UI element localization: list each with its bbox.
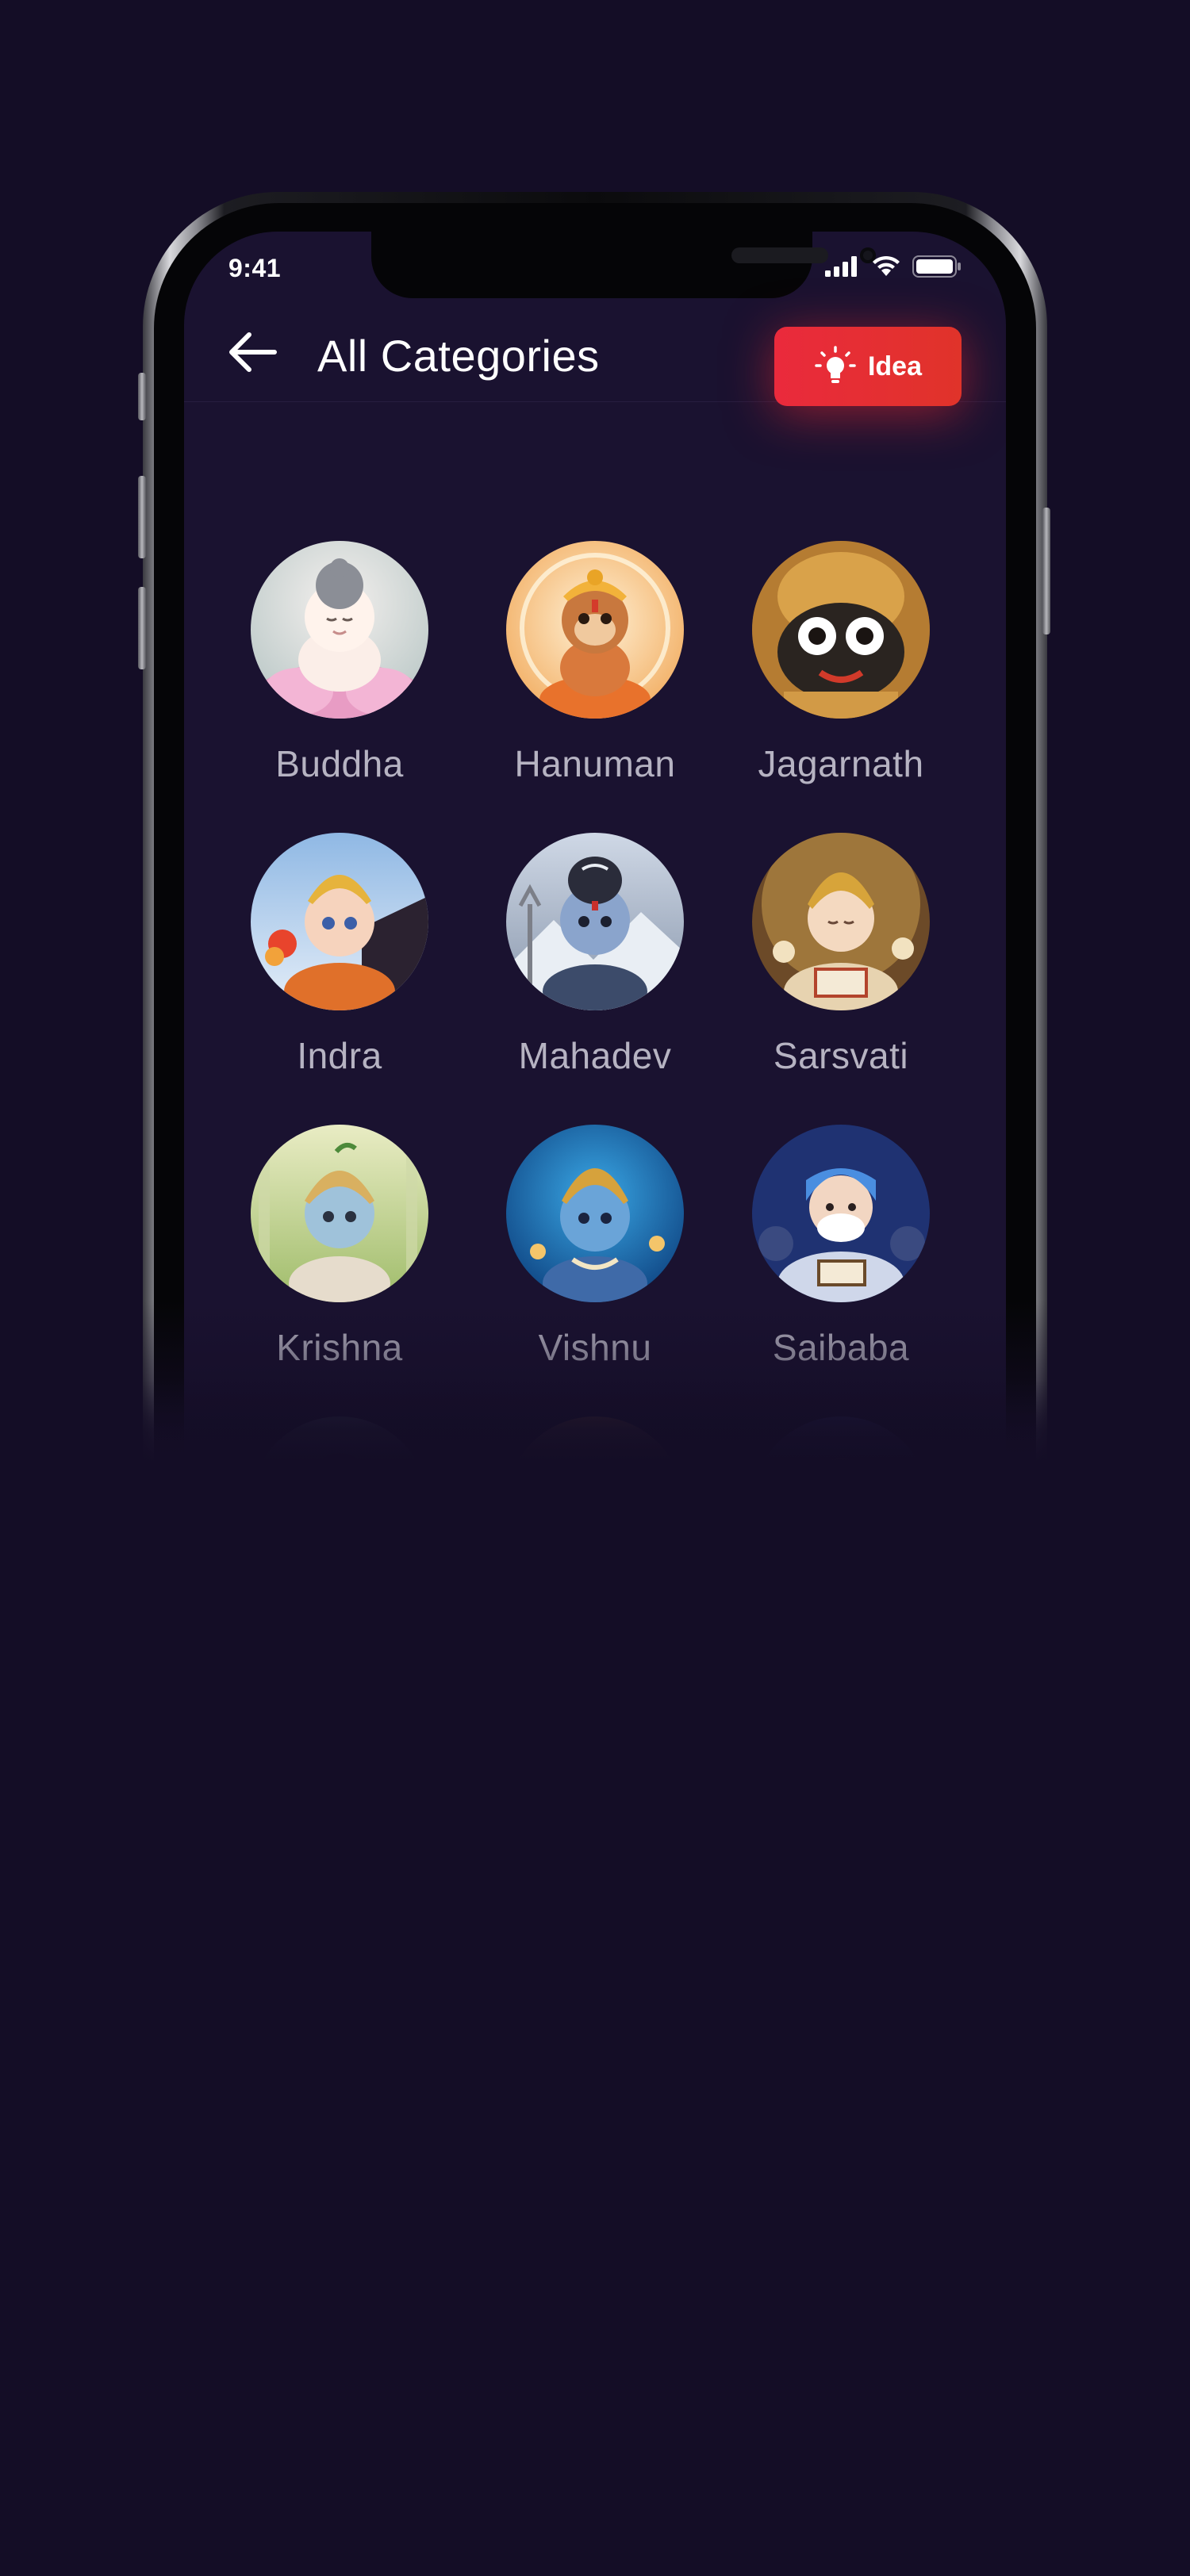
idea-button-label: Idea: [867, 351, 923, 381]
phone-volume-down: [138, 587, 146, 669]
category-label: Jagarnath: [758, 743, 924, 784]
category-avatar: [251, 541, 428, 719]
category-item-saibaba[interactable]: Saibaba: [730, 1125, 952, 1394]
category-item-mahadev[interactable]: Mahadev: [484, 833, 706, 1102]
category-item[interactable]: [484, 1416, 706, 1572]
category-avatar: [752, 833, 930, 1010]
header-bar: All Categories Idea: [184, 282, 1006, 406]
category-label: Hanuman: [514, 743, 676, 784]
category-label: Buddha: [275, 743, 404, 784]
page-title: All Categories: [317, 331, 600, 381]
category-avatar: [251, 833, 428, 1010]
category-item[interactable]: [228, 1416, 451, 1572]
category-avatar: [251, 1416, 428, 1572]
status-time: 9:41: [228, 254, 282, 282]
wifi-icon: [873, 255, 900, 276]
phone-side-button: [138, 373, 146, 420]
category-item-indra[interactable]: Indra: [228, 833, 451, 1102]
arrow-left-icon: [229, 332, 277, 372]
category-label: Sarsvati: [773, 1035, 909, 1076]
battery-icon: [912, 255, 961, 278]
category-item-buddha[interactable]: Buddha: [228, 541, 451, 811]
phone-volume-up: [138, 476, 146, 558]
cellular-signal-icon: [825, 256, 857, 277]
category-avatar: [506, 1416, 684, 1572]
category-avatar: [506, 541, 684, 719]
category-label: Krishna: [276, 1327, 403, 1368]
category-avatar: [752, 541, 930, 719]
category-label: Indra: [297, 1035, 382, 1076]
canvas: 9:41 All Categories Idea Buddha Hanuman …: [0, 0, 1190, 2576]
category-item-sarsvati[interactable]: Sarsvati: [730, 833, 952, 1102]
status-icons: [825, 255, 962, 278]
category-item-krishna[interactable]: Krishna: [228, 1125, 451, 1394]
category-avatar: [506, 1125, 684, 1302]
category-label: Saibaba: [772, 1327, 910, 1368]
category-item[interactable]: [730, 1416, 952, 1572]
category-label: Mahadev: [518, 1035, 672, 1076]
category-avatar: [752, 1416, 930, 1572]
back-button[interactable]: [225, 328, 278, 376]
category-item-jagarnath[interactable]: Jagarnath: [730, 541, 952, 811]
category-avatar: [506, 833, 684, 1010]
speaker-grille: [731, 247, 828, 263]
idea-button[interactable]: Idea: [774, 327, 962, 406]
category-item-hanuman[interactable]: Hanuman: [484, 541, 706, 811]
category-item-vishnu[interactable]: Vishnu: [484, 1125, 706, 1394]
lightbulb-icon: [815, 346, 856, 383]
category-avatar: [752, 1125, 930, 1302]
phone-power-button: [1042, 508, 1050, 634]
app-screen: 9:41 All Categories Idea Buddha Hanuman …: [184, 232, 1006, 1572]
category-label: Vishnu: [538, 1327, 652, 1368]
category-avatar: [251, 1125, 428, 1302]
